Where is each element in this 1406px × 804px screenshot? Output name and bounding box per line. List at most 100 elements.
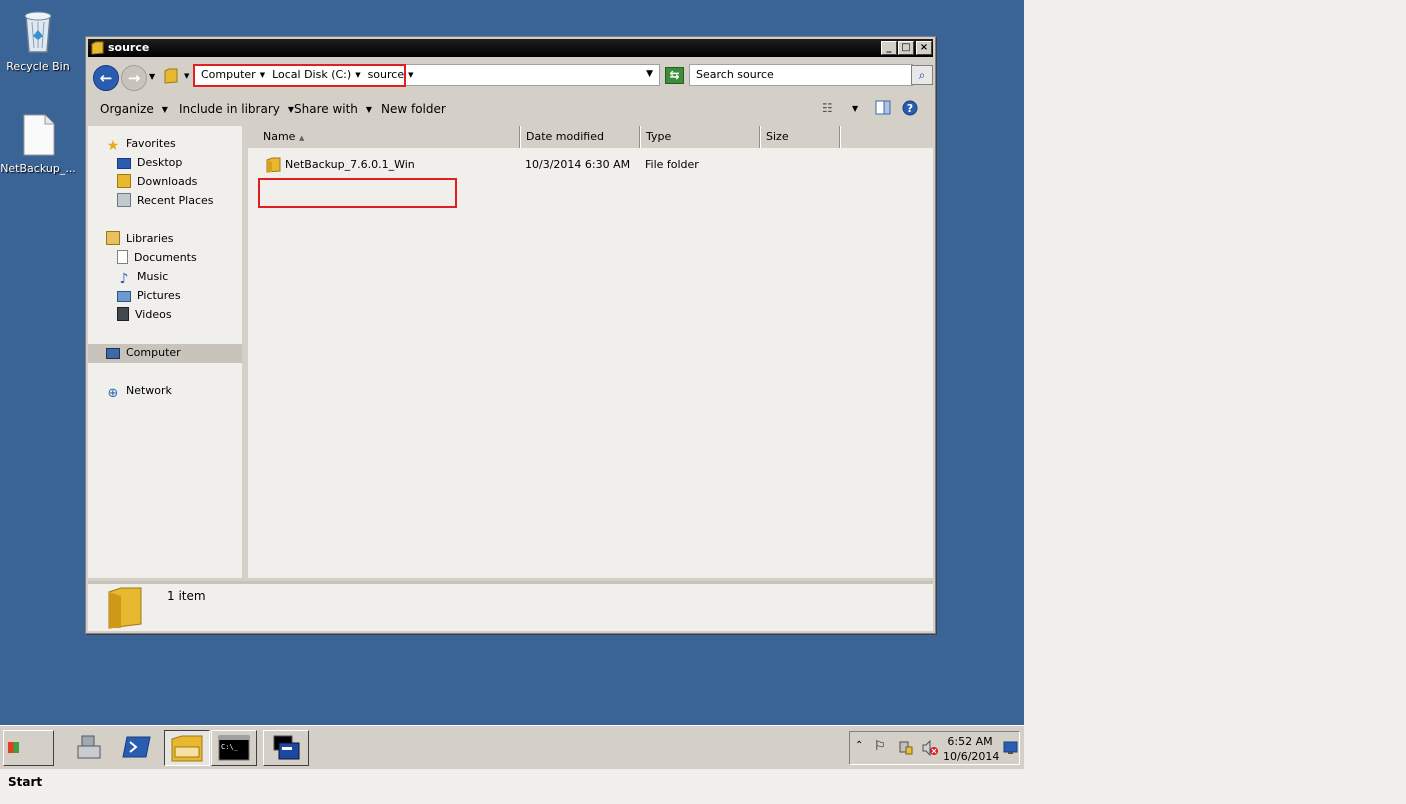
nav-videos-label: Videos <box>135 308 172 321</box>
nav-desktop-label: Desktop <box>137 156 183 169</box>
start-label: Start <box>8 775 43 789</box>
details-pane: 1 item <box>88 581 933 631</box>
refresh-button[interactable]: ⇆ <box>665 67 684 84</box>
item-count: 1 item <box>167 589 206 603</box>
network-icon: ⊕ <box>107 386 119 401</box>
documents-icon <box>117 250 128 264</box>
desktop-icon <box>117 158 131 169</box>
command-prompt-task-button[interactable]: C:\_ <box>211 730 257 766</box>
nav-computer[interactable]: Computer <box>88 344 242 363</box>
file-type: File folder <box>645 158 699 171</box>
title-bar[interactable]: source _ □ × <box>88 39 933 57</box>
view-options-icon[interactable]: ☷ <box>822 101 833 115</box>
show-desktop-button[interactable] <box>1003 741 1018 758</box>
chevron-down-icon: ▼ <box>161 105 168 114</box>
folder-icon <box>91 41 104 61</box>
nav-favorites-label: Favorites <box>126 137 176 150</box>
address-root-chevron-icon[interactable]: ▼ <box>184 72 189 80</box>
maximize-button[interactable]: □ <box>898 41 914 55</box>
file-date-modified: 10/3/2014 6:30 AM <box>525 158 631 171</box>
forward-button[interactable]: → <box>121 65 147 91</box>
large-folder-icon <box>107 586 145 633</box>
command-bar: Organize ▼ Include in library ▼ Share with… <box>88 95 933 124</box>
address-annotation-box <box>193 64 406 87</box>
include-in-library-button[interactable]: Include in library ▼ <box>179 102 294 116</box>
windows-logo-icon <box>8 742 19 753</box>
nav-documents[interactable]: Documents <box>117 249 197 268</box>
search-button[interactable]: ⌕ <box>911 65 933 85</box>
close-button[interactable]: × <box>916 41 932 55</box>
explorer-task-button[interactable] <box>164 730 210 766</box>
column-name-label: Name <box>263 130 296 143</box>
organize-label: Organize <box>100 102 154 116</box>
command-prompt-icon: C:\_ <box>218 735 250 761</box>
arrow-left-icon: ← <box>99 69 113 87</box>
recycle-bin-icon <box>24 11 52 53</box>
view-chevron-down-icon[interactable]: ▼ <box>852 104 858 113</box>
nav-desktop[interactable]: Desktop <box>117 154 182 173</box>
powershell-button[interactable] <box>114 730 160 766</box>
column-header-name[interactable]: Name ▲ <box>258 126 521 148</box>
nav-computer-label: Computer <box>126 346 181 359</box>
show-hidden-icons-chevron-icon[interactable]: ⌃ <box>855 740 863 751</box>
netbackup-shortcut[interactable]: NetBackup_... <box>0 114 76 175</box>
recycle-bin-label: Recycle Bin <box>6 60 70 73</box>
preview-pane-icon <box>875 100 891 115</box>
explorer-folder-icon <box>171 735 203 762</box>
powershell-icon <box>122 736 151 758</box>
nav-music[interactable]: ♪ Music <box>117 268 169 287</box>
column-header-type[interactable]: Type <box>641 126 761 148</box>
nav-network[interactable]: ⊕ Network <box>106 382 172 401</box>
remote-desktop-task-button[interactable] <box>263 730 309 766</box>
clock[interactable]: 6:52 AM 10/6/2014 <box>943 734 1000 764</box>
sort-ascending-icon: ▲ <box>298 134 305 142</box>
chevron-down-icon[interactable]: ▼ <box>408 66 413 85</box>
start-button[interactable]: Start <box>3 730 54 789</box>
preview-pane-button[interactable] <box>875 100 891 118</box>
action-center-flag-icon[interactable]: ⚐ <box>874 739 886 754</box>
nav-pictures-label: Pictures <box>137 289 181 302</box>
share-with-label: Share with <box>294 102 358 116</box>
nav-favorites[interactable]: ★ Favorites <box>106 135 176 154</box>
nav-recent-places-label: Recent Places <box>137 194 214 207</box>
nav-downloads[interactable]: Downloads <box>117 173 197 192</box>
window-title: source <box>108 41 150 54</box>
network-tray-icon[interactable] <box>898 740 914 759</box>
clock-date: 10/6/2014 <box>943 750 1000 763</box>
column-header-size[interactable]: Size <box>761 126 841 148</box>
navigation-pane: ★ Favorites Desktop Downloads Recent Plac… <box>88 126 245 578</box>
server-manager-button[interactable] <box>66 730 112 766</box>
nav-downloads-label: Downloads <box>137 175 198 188</box>
notification-area: ⌃ ⚐ 6:52 AM 10/6/2014 <box>849 731 1020 765</box>
search-icon: ⌕ <box>918 68 926 82</box>
refresh-icon: ⇆ <box>669 68 680 82</box>
column-header-date-modified[interactable]: Date modified <box>521 126 641 148</box>
address-history-chevron-icon[interactable]: ▼ <box>646 69 653 79</box>
search-input[interactable]: Search source <box>689 64 913 86</box>
table-row[interactable]: NetBackup_7.6.0.1_Win 10/3/2014 6:30 AM … <box>248 155 933 175</box>
column-headers: Name ▲ Date modified Type Size <box>248 126 933 148</box>
include-in-library-label: Include in library <box>179 102 280 116</box>
nav-videos[interactable]: Videos <box>117 306 172 325</box>
svg-text:?: ? <box>907 102 913 115</box>
nav-documents-label: Documents <box>134 251 197 264</box>
volume-muted-icon[interactable] <box>921 739 939 759</box>
row-annotation-box <box>258 178 457 208</box>
recent-pages-chevron-icon[interactable]: ▼ <box>149 72 155 81</box>
organize-button[interactable]: Organize ▼ <box>100 102 168 116</box>
nav-libraries[interactable]: Libraries <box>106 230 174 249</box>
folder-icon <box>266 157 281 180</box>
nav-recent-places[interactable]: Recent Places <box>117 192 214 211</box>
nav-network-label: Network <box>126 384 172 397</box>
netbackup-shortcut-label: NetBackup_... <box>0 162 76 175</box>
recent-places-icon <box>117 193 131 207</box>
nav-music-label: Music <box>137 270 169 283</box>
share-with-button[interactable]: Share with ▼ <box>294 102 372 116</box>
back-button[interactable]: ← <box>93 65 119 91</box>
computer-icon <box>106 348 120 359</box>
minimize-button[interactable]: _ <box>881 41 897 55</box>
help-button[interactable]: ? <box>902 100 918 119</box>
recycle-bin-shortcut[interactable]: Recycle Bin <box>0 8 76 73</box>
new-folder-button[interactable]: New folder <box>381 102 446 116</box>
nav-pictures[interactable]: Pictures <box>117 287 181 306</box>
